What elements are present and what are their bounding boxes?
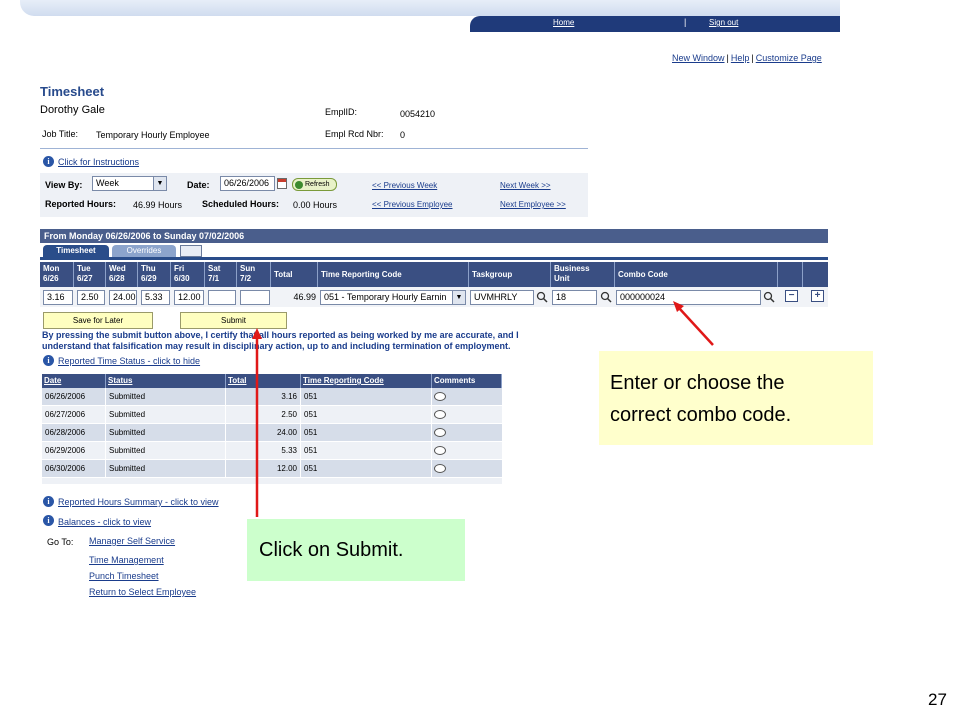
arrow-to-combo-code <box>673 301 714 346</box>
callout-arrows <box>252 301 714 517</box>
arrow-to-submit <box>252 328 262 517</box>
slide-number: 27 <box>928 690 947 709</box>
